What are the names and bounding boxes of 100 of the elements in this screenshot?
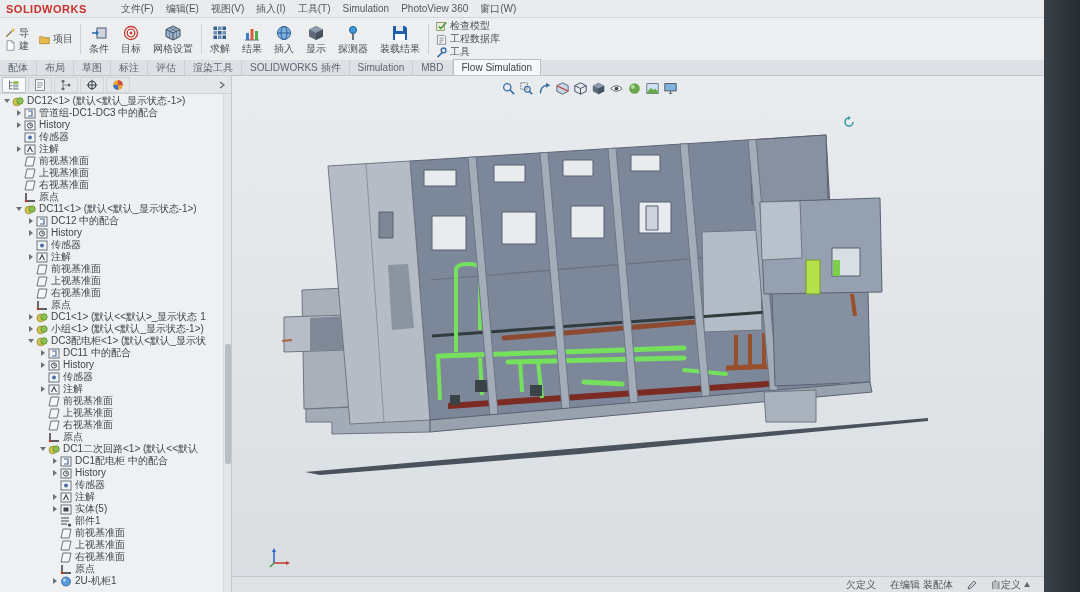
- tree-item[interactable]: 注解: [51, 251, 71, 263]
- tree-item[interactable]: 右视基准面: [75, 551, 125, 563]
- tree-item[interactable]: 传感器: [51, 239, 81, 251]
- caret-right-icon[interactable]: [40, 350, 46, 356]
- tree-item[interactable]: 右视基准面: [39, 179, 89, 191]
- section-cube-icon[interactable]: [556, 82, 569, 95]
- caret-right-icon[interactable]: [40, 362, 46, 368]
- caret-right-icon[interactable]: [52, 458, 58, 464]
- menu-item[interactable]: 视图(V): [210, 0, 245, 17]
- caret-right-icon[interactable]: [28, 218, 34, 224]
- menu-item[interactable]: 窗口(W): [480, 0, 517, 17]
- graphics-area[interactable]: [232, 76, 1044, 576]
- caret-right-icon[interactable]: [16, 146, 22, 152]
- tree-item[interactable]: 前视基准面: [39, 155, 89, 167]
- tree-item[interactable]: 上视基准面: [51, 275, 101, 287]
- caret-down-icon[interactable]: [16, 206, 22, 212]
- tree-item[interactable]: DC11 中的配合: [63, 347, 131, 359]
- menu-item[interactable]: Simulation: [342, 0, 390, 17]
- tree-item[interactable]: 2U-机柜1: [75, 575, 117, 587]
- caret-down-icon[interactable]: [4, 98, 10, 104]
- ribbon-button[interactable]: 显示: [302, 20, 330, 58]
- caret-right-icon[interactable]: [28, 326, 34, 332]
- caret-right-icon[interactable]: [16, 110, 22, 116]
- shaded-cube-icon[interactable]: [592, 82, 605, 95]
- tree-item[interactable]: 右视基准面: [51, 287, 101, 299]
- tree-item[interactable]: 注解: [75, 491, 95, 503]
- tree-item[interactable]: 部件1: [75, 515, 101, 527]
- caret-down-icon[interactable]: [40, 446, 46, 452]
- ribbon-tab[interactable]: 渲染工具: [185, 60, 242, 75]
- ribbon-button[interactable]: 求解: [206, 20, 234, 58]
- tree-item[interactable]: 原点: [75, 563, 95, 575]
- ribbon-tab[interactable]: 标注: [111, 60, 148, 75]
- tree-item[interactable]: 传感器: [63, 371, 93, 383]
- tree-item[interactable]: History: [63, 359, 95, 371]
- scrollbar-track[interactable]: [223, 94, 231, 592]
- panel-tab[interactable]: [28, 76, 52, 93]
- menu-item[interactable]: 编辑(E): [165, 0, 199, 17]
- tree-item[interactable]: 上视基准面: [75, 539, 125, 551]
- tree-item[interactable]: 注解: [39, 143, 59, 155]
- tree-item[interactable]: History: [39, 119, 71, 131]
- tree-item[interactable]: DC12 中的配合: [51, 215, 120, 227]
- caret-right-icon[interactable]: [52, 494, 58, 500]
- ribbon-tab[interactable]: MBD: [413, 60, 453, 75]
- tree-item[interactable]: DC3配电柜<1> (默认<默认_显示状: [51, 335, 206, 347]
- search-icon[interactable]: [502, 82, 515, 95]
- ribbon-button[interactable]: 装载结果: [376, 20, 424, 58]
- tree-item[interactable]: 原点: [39, 191, 59, 203]
- caret-right-icon[interactable]: [28, 314, 34, 320]
- tree-item[interactable]: 前视基准面: [51, 263, 101, 275]
- tree-item[interactable]: DC1<1> (默认<<默认>_显示状态 1: [51, 311, 206, 323]
- menu-item[interactable]: 工具(T): [297, 0, 331, 17]
- tree-item[interactable]: 上视基准面: [39, 167, 89, 179]
- scrollbar-thumb[interactable]: [224, 344, 231, 464]
- tree-item[interactable]: 管道组-DC1-DC3 中的配合: [39, 107, 159, 119]
- caret-right-icon[interactable]: [40, 386, 46, 392]
- ribbon-tab[interactable]: Flow Simulation: [452, 59, 542, 75]
- ribbon-button[interactable]: 网格设置: [149, 20, 197, 58]
- eye-icon[interactable]: [610, 82, 623, 95]
- tree-item[interactable]: 前视基准面: [75, 527, 125, 539]
- caret-right-icon[interactable]: [28, 230, 34, 236]
- caret-right-icon[interactable]: [28, 254, 34, 260]
- curved-arrow-icon[interactable]: [538, 82, 551, 95]
- monitor-icon[interactable]: [664, 82, 677, 95]
- tree-item[interactable]: 上视基准面: [63, 407, 113, 419]
- tree-item[interactable]: DC11<1> (默认<默认_显示状态-1>): [39, 203, 197, 215]
- tree-item[interactable]: DC1二次回路<1> (默认<<默认: [63, 443, 199, 455]
- ribbon-button[interactable]: 结果: [238, 20, 266, 58]
- tree-item[interactable]: 原点: [63, 431, 83, 443]
- tree-item[interactable]: 右视基准面: [63, 419, 113, 431]
- tree-item[interactable]: History: [51, 227, 83, 239]
- menu-item[interactable]: 文件(F): [120, 0, 154, 17]
- tree-item[interactable]: 传感器: [39, 131, 69, 143]
- ribbon-button[interactable]: 探测器: [334, 20, 372, 58]
- landscape-icon[interactable]: [646, 82, 659, 95]
- ribbon-tab[interactable]: 配体: [0, 60, 37, 75]
- panel-tab[interactable]: [80, 76, 104, 93]
- caret-right-icon[interactable]: [52, 506, 58, 512]
- ribbon-button[interactable]: 工具: [436, 46, 500, 58]
- units-dropdown[interactable]: 自定义: [991, 577, 1030, 592]
- ribbon-button[interactable]: 检查模型: [436, 20, 500, 32]
- cube-outline-icon[interactable]: [574, 82, 587, 95]
- ribbon-tab[interactable]: Simulation: [349, 60, 414, 75]
- ribbon-button[interactable]: 工程数据库: [436, 33, 500, 45]
- tree-item[interactable]: DC1配电柜 中的配合: [75, 455, 168, 467]
- tree-item[interactable]: 前视基准面: [63, 395, 113, 407]
- caret-down-icon[interactable]: [28, 338, 34, 344]
- tree-item[interactable]: History: [75, 467, 107, 479]
- caret-right-icon[interactable]: [52, 578, 58, 584]
- ribbon-tab[interactable]: 草图: [74, 60, 111, 75]
- sphere-icon[interactable]: [628, 82, 641, 95]
- caret-right-icon[interactable]: [16, 122, 22, 128]
- panel-tab[interactable]: [106, 76, 130, 93]
- ribbon-button[interactable]: 建: [5, 39, 29, 52]
- tree-item[interactable]: 实体(5): [75, 503, 108, 515]
- chevron-right-icon[interactable]: [219, 80, 225, 89]
- tree-item[interactable]: 传感器: [75, 479, 105, 491]
- ribbon-button[interactable]: 条件: [85, 20, 113, 58]
- panel-tab[interactable]: [54, 76, 78, 93]
- ribbon-button[interactable]: 插入: [270, 20, 298, 58]
- tree-item[interactable]: 注解: [63, 383, 83, 395]
